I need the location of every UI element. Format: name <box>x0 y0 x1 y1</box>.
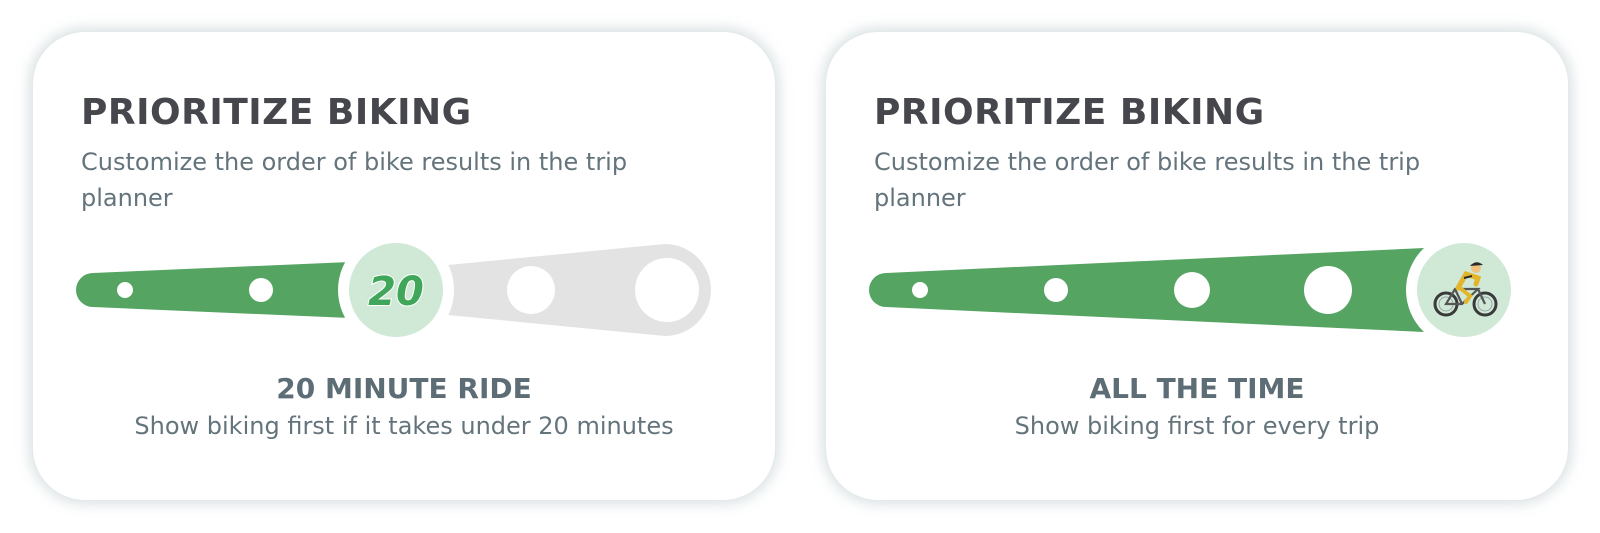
setting-description: Show biking first for every trip <box>1014 412 1380 440</box>
bike-priority-card: PRIORITIZE BIKING Customize the order of… <box>33 32 775 500</box>
slider-knob[interactable]: 20 <box>338 232 454 348</box>
setting-title: 20 MINUTE RIDE <box>276 372 532 405</box>
slider-step-dot[interactable] <box>117 282 133 298</box>
card-description: Customize the order of bike results in t… <box>81 148 628 212</box>
slider-step-dot[interactable] <box>1174 272 1210 308</box>
setting-title: ALL THE TIME <box>1089 372 1305 405</box>
card-title: PRIORITIZE BIKING <box>874 92 1265 133</box>
bike-priority-slider[interactable]: 20 <box>33 232 775 372</box>
bike-priority-card: PRIORITIZE BIKING Customize the order of… <box>826 32 1568 500</box>
slider-step-dot[interactable] <box>1044 278 1068 302</box>
card-title: PRIORITIZE BIKING <box>81 92 472 133</box>
setting-description: Show biking first if it takes under 20 m… <box>134 412 674 440</box>
bike-priority-slider[interactable] <box>826 232 1568 372</box>
card-description: Customize the order of bike results in t… <box>874 148 1421 212</box>
slider-step-dot[interactable] <box>1304 266 1352 314</box>
slider-knob[interactable] <box>1406 232 1522 348</box>
slider-step-dot[interactable] <box>249 278 273 302</box>
slider-track-active <box>869 247 1446 333</box>
slider-step-dot[interactable] <box>635 258 699 322</box>
slider-step-dot[interactable] <box>912 282 928 298</box>
slider-step-dot[interactable] <box>507 266 555 314</box>
slider-knob-label: 20 <box>368 269 424 315</box>
